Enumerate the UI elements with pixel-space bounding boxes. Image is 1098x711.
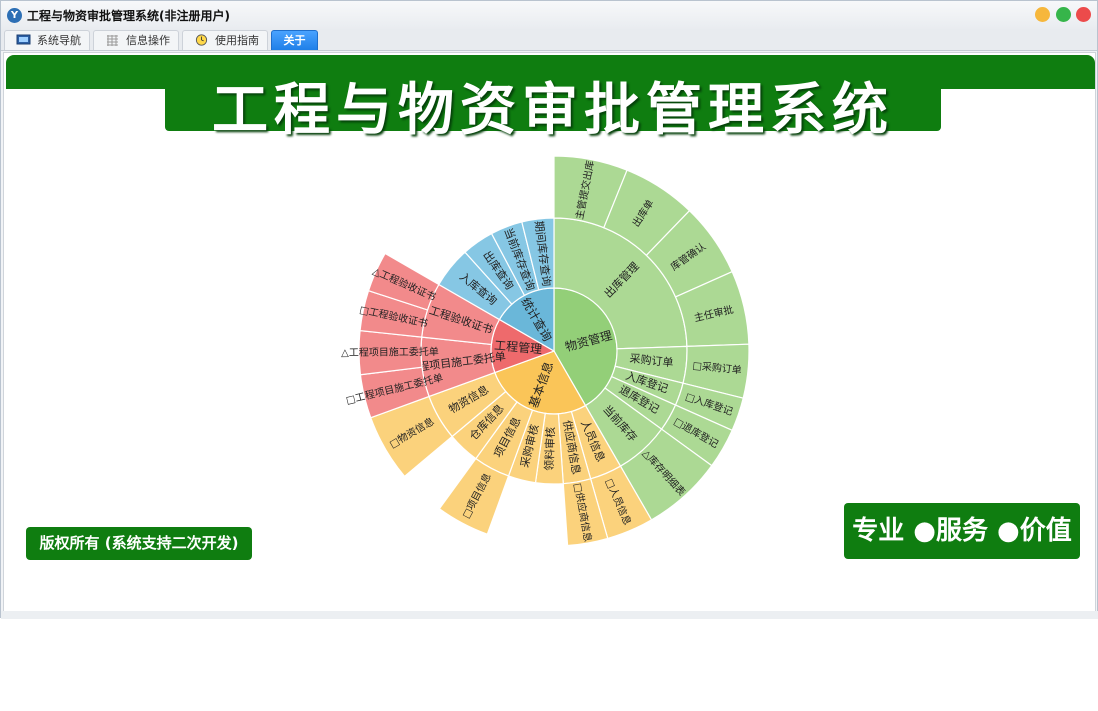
ring2-label: 领料审核: [542, 427, 558, 471]
grid-icon: [107, 35, 118, 46]
title-bar[interactable]: Y 工程与物资审批管理系统(非注册用户): [1, 1, 1097, 29]
about-panel: 物资管理 出库管理 主管提交出库 出库单 库管确认 主任审批 采购订单 □采购订单 入库登记 □入…: [3, 52, 1096, 615]
copyright-badge: 版权所有 (系统支持二次开发): [26, 527, 252, 560]
title-banner: 工程与物资审批管理系统: [165, 61, 941, 143]
banner-title: 工程与物资审批管理系统: [212, 78, 894, 143]
monitor-icon: [16, 34, 31, 45]
tab-info-ops[interactable]: 信息操作: [93, 30, 179, 50]
tab-bar: 系统导航 信息操作 使用指南 关于: [1, 29, 1097, 51]
tab-user-guide[interactable]: 使用指南: [182, 30, 268, 50]
tab-about[interactable]: 关于: [271, 30, 318, 50]
close-button[interactable]: [1076, 7, 1091, 22]
tab-label: 使用指南: [215, 34, 259, 47]
minimize-button[interactable]: [1035, 7, 1050, 22]
status-bar: [1, 611, 1098, 619]
clock-icon: [195, 34, 208, 46]
tab-label: 信息操作: [126, 34, 170, 47]
ring3-label: △工程项目施工委托单: [341, 345, 439, 359]
tab-label: 系统导航: [37, 34, 81, 47]
app-window: Y 工程与物资审批管理系统(非注册用户) 系统导航 信息操作 使用指南 关于 物…: [0, 0, 1098, 619]
slogan-badge: 专业 ●服务 ●价值: [844, 503, 1080, 559]
tab-label: 关于: [283, 34, 306, 47]
tab-system-nav[interactable]: 系统导航: [4, 30, 90, 50]
maximize-button[interactable]: [1056, 7, 1071, 22]
window-title: 工程与物资审批管理系统(非注册用户): [27, 9, 230, 23]
app-logo-icon: Y: [7, 8, 22, 23]
